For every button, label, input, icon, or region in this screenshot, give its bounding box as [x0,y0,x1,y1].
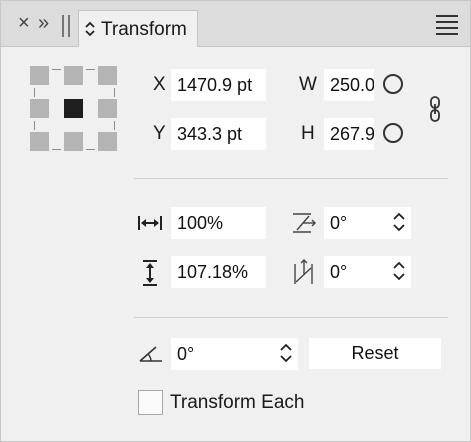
anchor-top-center[interactable] [64,66,83,85]
transform-panel: × » Transform X 1470.9 pt W 250.0 Y 343.… [0,0,471,442]
collapse-icon[interactable]: » [38,11,49,35]
spinner-icon[interactable] [392,211,406,233]
shear-horizontal-icon [293,213,316,233]
section-divider [134,317,448,318]
spinner-icon[interactable] [392,260,406,282]
anchor-bottom-left[interactable] [30,132,49,151]
spinner-icon[interactable] [279,342,293,364]
anchor-middle-left[interactable] [30,99,49,118]
scale-vertical-icon [143,260,157,286]
drag-handle-icon[interactable] [61,15,71,37]
section-divider [134,178,448,179]
anchor-bottom-right[interactable] [98,132,117,151]
width-field[interactable]: 250.0 [324,69,374,101]
anchor-top-right[interactable] [98,66,117,85]
anchor-connector [34,88,35,97]
anchor-connector [114,88,115,97]
tab-bar: × » Transform [1,1,470,47]
x-position-field[interactable]: 1470.9 pt [171,69,266,101]
transform-each-checkbox[interactable] [138,390,163,415]
rotate-angle-icon [139,346,162,362]
transform-each-label[interactable]: Transform Each [170,392,304,414]
anchor-connector [86,149,95,150]
anchor-connector [86,69,95,70]
height-field[interactable]: 267.9 [324,118,374,150]
anchor-connector [52,69,61,70]
anchor-middle-right[interactable] [98,99,117,118]
tab-label: Transform [101,19,187,40]
x-label: X [153,74,166,95]
shear-vertical-icon [294,259,313,284]
y-label: Y [153,123,166,144]
h-label: H [301,123,315,144]
link-chain-icon[interactable] [428,96,442,122]
anchor-connector [114,121,115,130]
y-position-field[interactable]: 343.3 pt [171,118,266,150]
close-icon[interactable]: × [18,11,30,35]
scale-horizontal-field[interactable]: 100% [171,207,266,239]
anchor-connector [34,121,35,130]
height-lock-radio[interactable] [383,123,403,143]
anchor-center[interactable] [64,99,83,118]
tab-transform[interactable]: Transform [78,10,198,47]
anchor-top-left[interactable] [30,66,49,85]
anchor-connector [52,149,61,150]
chevron-updown-icon [85,21,95,37]
w-label: W [299,74,317,95]
anchor-bottom-center[interactable] [64,132,83,151]
scale-horizontal-icon [138,216,162,230]
reset-button[interactable]: Reset [309,338,441,369]
width-lock-radio[interactable] [383,74,403,94]
menu-icon[interactable] [436,15,458,35]
scale-vertical-field[interactable]: 107.18% [171,256,266,288]
